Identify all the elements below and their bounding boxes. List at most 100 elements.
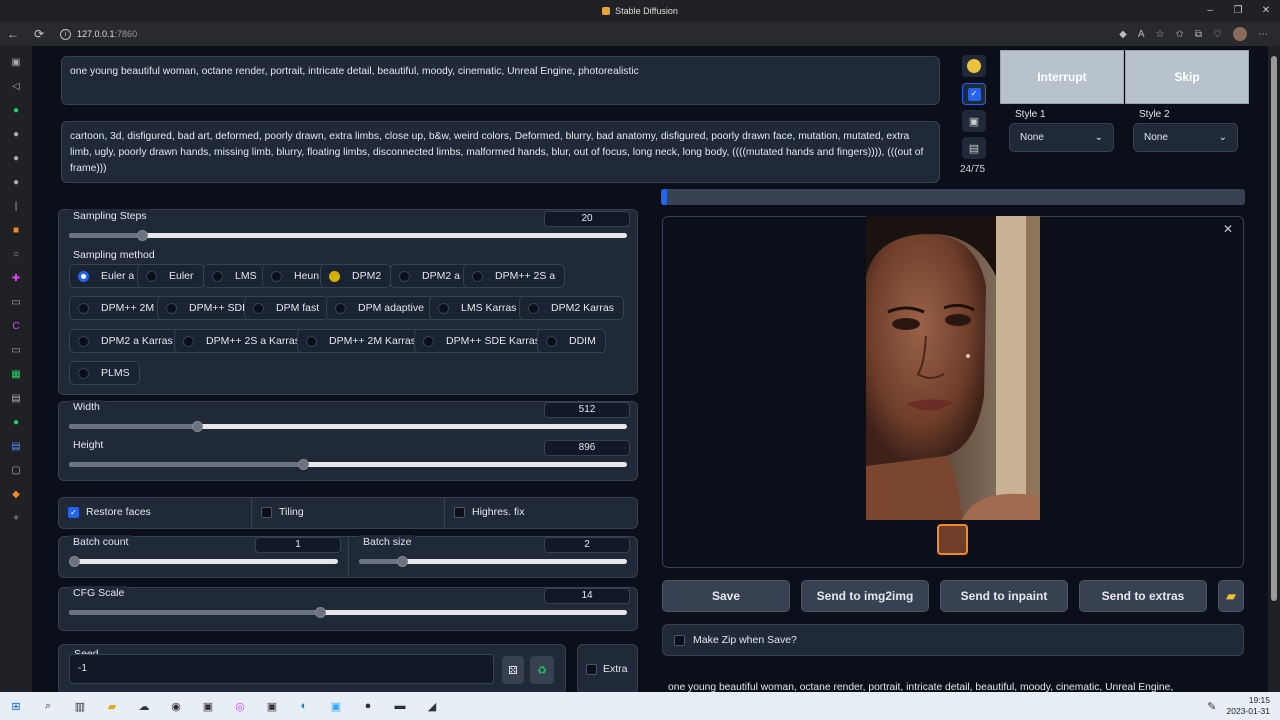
sheet-icon[interactable]: ▦ [9, 368, 23, 382]
batch-count-slider[interactable] [69, 556, 338, 567]
radio-dpm2-a[interactable]: DPM2 a [390, 264, 470, 288]
height-number[interactable]: 896 [544, 440, 630, 456]
radio-dpmpp-2m-karras[interactable]: DPM++ 2M Karras [297, 329, 426, 353]
site-info-icon[interactable]: i [60, 28, 71, 40]
interrupt-button[interactable]: Interrupt [1000, 50, 1124, 104]
app-icon[interactable]: ■ [9, 224, 23, 238]
slider-handle[interactable] [69, 556, 80, 567]
lightroom-icon[interactable]: ▣ [192, 700, 224, 713]
radio-dpm2-karras[interactable]: DPM2 Karras [519, 296, 625, 320]
task-view-icon[interactable]: ▥ [64, 700, 96, 713]
slider-handle[interactable] [315, 607, 326, 618]
checkbox-icon[interactable] [261, 506, 272, 518]
radio-dpm2-a-karras[interactable]: DPM2 a Karras [69, 329, 183, 353]
search-icon[interactable]: ⌕ [32, 700, 64, 713]
reuse-seed-recycle-icon[interactable]: ♻ [530, 656, 554, 684]
checkbox-icon[interactable] [586, 663, 597, 675]
save-button[interactable]: Save [662, 580, 790, 612]
cloud-icon[interactable]: ☁ [128, 700, 160, 713]
radio-dpm2[interactable]: DPM2 [320, 264, 392, 288]
radio-dpmpp-2m[interactable]: DPM++ 2M [69, 296, 165, 320]
scrollbar[interactable] [1268, 46, 1280, 692]
address-bar[interactable]: i 127.0.0.1:7860 [60, 28, 1010, 40]
make-zip-checkbox[interactable]: Make Zip when Save? [674, 634, 797, 646]
tabs-icon[interactable]: ▣ [9, 56, 23, 70]
send-to-extras-button[interactable]: Send to extras [1079, 580, 1207, 612]
radio-dpmpp-2s-a-karras[interactable]: DPM++ 2S a Karras [174, 329, 310, 353]
profile-avatar[interactable] [1233, 27, 1247, 41]
radio-lms-karras[interactable]: LMS Karras [429, 296, 527, 320]
open-folder-icon[interactable]: ▰ [1218, 580, 1244, 612]
app-icon[interactable]: ◢ [416, 700, 448, 713]
paste-icon[interactable] [962, 55, 986, 77]
extensions-icon[interactable]: ♡ [1213, 29, 1222, 40]
send-to-img2img-button[interactable]: Send to img2img [801, 580, 929, 612]
restore-faces-checkbox[interactable]: ✓ Restore faces [68, 506, 151, 518]
app-icon[interactable]: ● [9, 128, 23, 142]
batch-size-slider[interactable] [359, 556, 627, 567]
favorites-bar-icon[interactable]: ✩ [1176, 29, 1184, 40]
radio-lms[interactable]: LMS [203, 264, 267, 288]
file-explorer-icon[interactable]: ▰ [96, 700, 128, 713]
document-icon[interactable]: ▭ [9, 296, 23, 310]
slider-handle[interactable] [298, 459, 309, 470]
whatsapp-icon[interactable]: ● [9, 104, 23, 118]
instagram-icon[interactable]: ◎ [224, 700, 256, 713]
app-icon[interactable]: ● [9, 416, 23, 430]
skip-button[interactable]: Skip [1125, 50, 1249, 104]
highres-fix-checkbox[interactable]: Highres. fix [454, 506, 525, 518]
save-style-icon[interactable]: ▣ [962, 110, 986, 132]
maximize-icon[interactable]: ❐ [1224, 0, 1252, 22]
generated-image[interactable] [866, 216, 1040, 520]
seed-input[interactable]: -1 [69, 654, 494, 684]
favorite-icon[interactable]: ☆ [1156, 29, 1165, 40]
close-window-icon[interactable]: ✕ [1252, 0, 1280, 22]
app-icon[interactable]: ○ [9, 248, 23, 262]
style1-select[interactable]: None ⌄ [1009, 123, 1114, 152]
photoshop-icon[interactable]: ▣ [320, 700, 352, 713]
app-icon[interactable]: ● [9, 152, 23, 166]
edge-icon[interactable]: ◐ [288, 700, 320, 712]
clock[interactable]: 19:15 2023-01-31 [1227, 695, 1270, 717]
radio-ddim[interactable]: DDIM [537, 329, 606, 353]
refresh-icon[interactable]: ⟳ [26, 27, 52, 41]
radio-dpm-adaptive[interactable]: DPM adaptive [326, 296, 434, 320]
app-icon[interactable]: ◆ [9, 488, 23, 502]
add-icon[interactable]: + [9, 512, 23, 526]
negative-prompt-input[interactable]: cartoon, 3d, disfigured, bad art, deform… [61, 121, 940, 183]
back-icon[interactable]: ← [0, 27, 26, 41]
slider-handle[interactable] [137, 230, 148, 241]
send-to-inpaint-button[interactable]: Send to inpaint [940, 580, 1068, 612]
tiling-checkbox[interactable]: Tiling [261, 506, 304, 518]
width-slider[interactable] [69, 421, 627, 432]
start-windows-icon[interactable]: ⊞ [0, 700, 32, 713]
app-icon[interactable]: ✚ [9, 272, 23, 286]
checkbox-icon[interactable] [674, 634, 685, 646]
image-icon[interactable]: ▤ [9, 392, 23, 406]
document-icon[interactable]: ▭ [9, 344, 23, 358]
read-aloud-icon[interactable]: A [1138, 29, 1145, 40]
app-icon[interactable]: ● [9, 176, 23, 190]
radio-dpm-fast[interactable]: DPM fast [244, 296, 330, 320]
cfg-scale-number[interactable]: 14 [544, 588, 630, 604]
close-icon[interactable]: ✕ [1223, 222, 1233, 236]
app-icon[interactable]: C [9, 320, 23, 334]
style2-select[interactable]: None ⌄ [1133, 123, 1238, 152]
batch-size-number[interactable]: 2 [544, 537, 630, 553]
tag-icon[interactable]: ◆ [1119, 29, 1127, 40]
lightroom-classic-icon[interactable]: ▣ [256, 700, 288, 713]
slider-handle[interactable] [192, 421, 203, 432]
app-icon[interactable]: ◉ [160, 700, 192, 713]
radio-euler-a[interactable]: Euler a [69, 264, 145, 288]
scrollbar-thumb[interactable] [1271, 56, 1277, 601]
width-number[interactable]: 512 [544, 402, 630, 418]
app-icon[interactable]: ▤ [9, 440, 23, 454]
checkbox-icon[interactable] [454, 506, 465, 518]
app-icon[interactable]: ▢ [9, 464, 23, 478]
prompt-input[interactable]: one young beautiful woman, octane render… [61, 56, 940, 105]
random-seed-dice-icon[interactable]: ⚄ [502, 656, 524, 684]
slider-handle[interactable] [397, 556, 408, 567]
radio-euler[interactable]: Euler [137, 264, 204, 288]
minimize-icon[interactable]: – [1196, 0, 1224, 22]
height-slider[interactable] [69, 459, 627, 470]
